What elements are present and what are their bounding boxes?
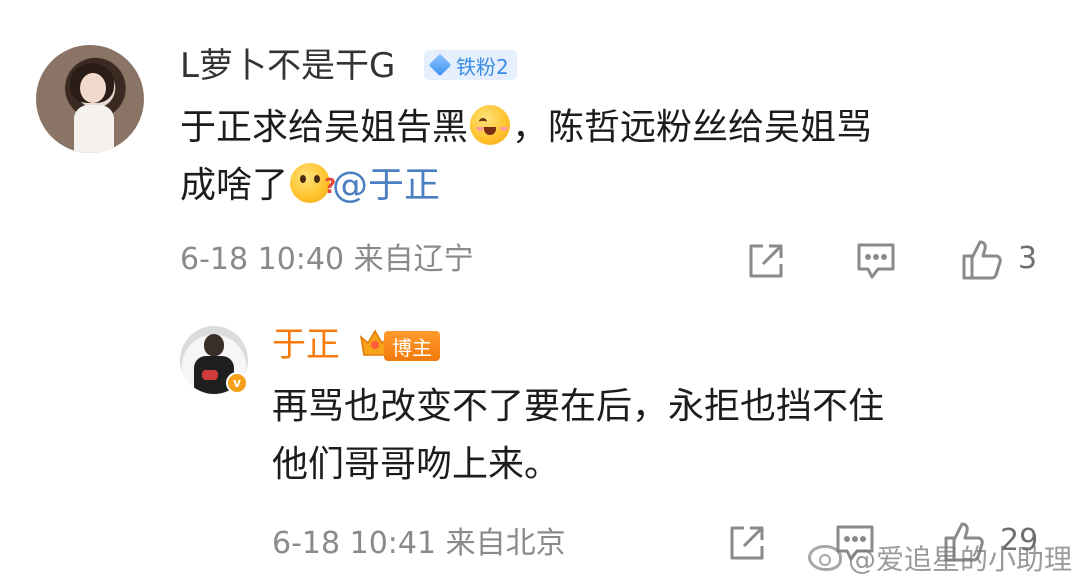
reply-text-line: 他们哥哥吻上来。 (272, 444, 561, 485)
comment-text-segment: 成啥了 (180, 165, 289, 206)
smiling-face-emoji-icon (470, 105, 511, 145)
like-button[interactable]: 3 (960, 236, 1037, 282)
share-icon (749, 244, 783, 278)
reply-text-line: 再骂也改变不了要在后，永拒也挡不住 (272, 386, 885, 427)
fan-badge-label: 铁粉2 (456, 54, 509, 79)
comment-time: 6-18 10:40 (180, 242, 345, 277)
thinking-face-emoji-icon (290, 157, 336, 215)
like-count: 3 (1018, 241, 1038, 276)
watermark-text: @爱追星的小助理 (848, 543, 1073, 576)
author-avatar[interactable]: v (180, 326, 248, 394)
comment-text-line: 成啥了 @于正 (180, 157, 440, 215)
verified-badge-icon: v (226, 372, 248, 394)
watermark: @爱追星的小助理 (808, 538, 1072, 578)
comment-text-segment: ，陈哲远粉丝给吴姐骂 (512, 107, 873, 148)
share-icon (730, 526, 764, 560)
weibo-logo-icon (808, 545, 842, 571)
reply-button[interactable] (856, 240, 896, 282)
comment-icon (857, 243, 895, 279)
reply-meta: 6-18 10:41 来自北京 (272, 526, 566, 562)
reply-time: 6-18 10:41 (272, 526, 437, 561)
comment-text-line: 于正求给吴姐告黑 ，陈哲远粉丝给吴姐骂 (180, 99, 872, 157)
diamond-icon (428, 53, 452, 77)
share-button[interactable] (726, 522, 768, 564)
author-username[interactable]: 于正 (272, 325, 340, 365)
mention-link[interactable]: @于正 (332, 165, 440, 206)
comment-text-segment: 于正求给吴姐告黑 (180, 107, 469, 148)
comment-meta: 6-18 10:40 来自辽宁 (180, 242, 474, 278)
comment-location: 来自辽宁 (353, 242, 474, 277)
fan-level-badge[interactable]: 铁粉2 (424, 50, 517, 80)
thumbs-up-icon (962, 240, 1002, 280)
commenter-username[interactable]: L萝卜不是干G (180, 46, 395, 86)
host-badge: 博主 (384, 331, 440, 361)
commenter-avatar[interactable] (36, 45, 144, 153)
share-button[interactable] (745, 240, 787, 282)
reply-location: 来自北京 (445, 526, 566, 561)
